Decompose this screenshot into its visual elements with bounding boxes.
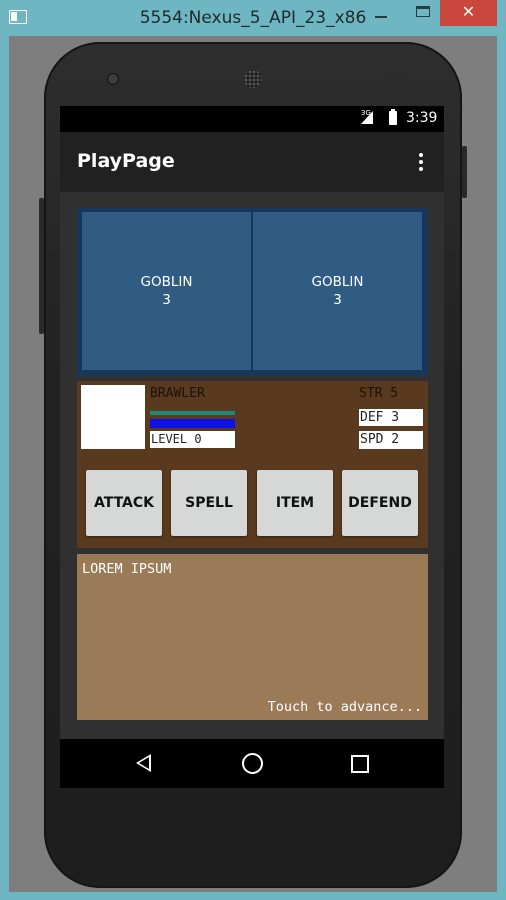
network-type: 3G [361,109,371,117]
recents-icon[interactable] [351,755,369,773]
enemy-name: GOBLIN [140,274,193,290]
mp-bar [150,419,235,428]
attack-button[interactable]: ATTACK [86,470,162,536]
sensor-dot [385,76,391,82]
enemy-card[interactable]: GOBLIN 3 [82,212,251,370]
enemy-panel: GOBLIN 3 GOBLIN 3 [77,208,428,376]
stat-str: STR 5 [359,386,399,401]
camera-icon [107,73,119,85]
power-button[interactable] [462,146,467,198]
home-icon[interactable] [242,753,263,774]
defend-button[interactable]: DEFEND [342,470,418,536]
app-bar: PlayPage [60,132,444,192]
status-bar: 3G 3:39 [60,106,444,132]
battery-icon [389,109,397,125]
dialog-text: LOREM IPSUM [82,561,172,577]
speaker-grille [244,70,262,88]
spell-button[interactable]: SPELL [171,470,247,536]
maximize-button[interactable] [410,0,436,26]
back-icon[interactable] [136,754,151,772]
sensor-dot [397,76,403,82]
player-panel: BRAWLER LEVEL 0 STR 5 DEF 3 SPD 2 ATTACK… [77,381,428,548]
game-content: GOBLIN 3 GOBLIN 3 BRAWLER LEVEL 0 STR 5 … [60,192,444,739]
enemy-card[interactable]: GOBLIN 3 [253,212,422,370]
enemy-name: GOBLIN [311,274,364,290]
overflow-menu-icon[interactable] [415,153,427,173]
navigation-bar [60,739,444,788]
stat-spd: SPD 2 [359,431,423,449]
item-button[interactable]: ITEM [257,470,333,536]
status-time: 3:39 [406,110,438,126]
enemy-count: 3 [162,292,171,308]
volume-button[interactable] [39,198,44,334]
device-screen: 3G 3:39 PlayPage GOBLIN 3 GOBLIN 3 BRAWL… [60,106,444,788]
stat-def: DEF 3 [359,409,423,427]
player-class: BRAWLER [150,386,205,401]
advance-hint: Touch to advance... [267,699,422,715]
player-portrait [81,385,145,449]
hp-bar [150,411,235,415]
emulator-title-bar: 5554:Nexus_5_API_23_x86 ✕ [0,0,506,34]
enemy-count: 3 [333,292,342,308]
player-level: LEVEL 0 [150,431,235,448]
dialog-box[interactable]: LOREM IPSUM Touch to advance... [77,554,428,720]
close-button[interactable]: ✕ [440,0,497,26]
page-title: PlayPage [77,150,175,172]
minimize-button[interactable] [368,0,394,26]
